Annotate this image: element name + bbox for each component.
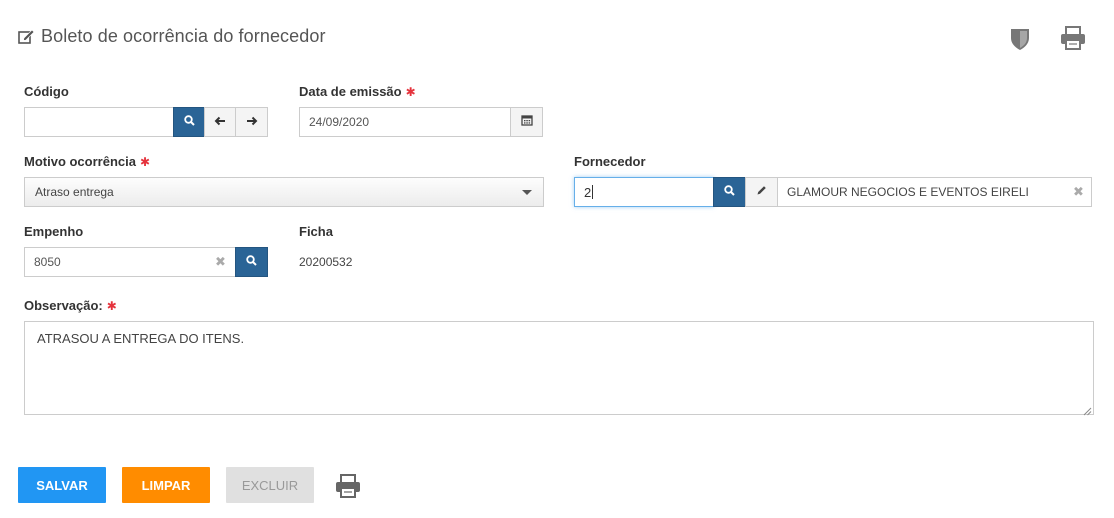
fornecedor-name-value: GLAMOUR NEGOCIOS E EVENTOS EIRELI <box>787 185 1029 199</box>
calendar-button[interactable] <box>510 107 543 137</box>
required-mark: ✱ <box>139 155 151 169</box>
search-icon <box>246 253 257 271</box>
text-cursor <box>592 185 594 199</box>
calendar-icon <box>520 113 533 131</box>
motivo-selected-value: Atraso entrega <box>35 185 114 199</box>
arrow-left-icon <box>214 113 226 131</box>
fornecedor-code-value: 2 <box>584 184 592 200</box>
fornecedor-edit-button[interactable] <box>745 177 778 207</box>
arrow-right-icon <box>246 113 258 131</box>
previous-button[interactable] <box>204 107 236 137</box>
salvar-button[interactable]: SALVAR <box>18 467 106 503</box>
limpar-button[interactable]: LIMPAR <box>122 467 210 503</box>
empenho-search-button[interactable] <box>235 247 268 277</box>
resize-handle-icon[interactable] <box>1082 403 1092 416</box>
required-mark: ✱ <box>405 85 416 99</box>
search-icon <box>724 183 735 201</box>
fornecedor-name-input[interactable]: GLAMOUR NEGOCIOS E EVENTOS EIRELI <box>777 177 1092 207</box>
required-mark: ✱ <box>106 299 117 313</box>
motivo-label-text: Motivo ocorrência <box>24 154 136 169</box>
observacao-textarea[interactable]: ATRASOU A ENTREGA DO ITENS. <box>24 321 1094 415</box>
shield-icon[interactable] <box>1009 27 1031 51</box>
ficha-value: 20200532 <box>299 255 353 269</box>
codigo-search-button[interactable] <box>173 107 205 137</box>
ficha-label: Ficha <box>299 224 333 239</box>
page-title: Boleto de ocorrência do fornecedor <box>18 26 326 47</box>
fornecedor-search-button[interactable] <box>713 177 746 207</box>
observacao-label: Observação: ✱ <box>24 298 117 313</box>
motivo-select[interactable]: Atraso entrega <box>24 177 544 207</box>
observacao-label-text: Observação: <box>24 298 103 313</box>
empenho-input[interactable]: 8050 <box>24 247 236 277</box>
pencil-icon <box>756 183 767 201</box>
search-icon <box>183 113 195 131</box>
excluir-button[interactable]: EXCLUIR <box>226 467 314 503</box>
page-title-text: Boleto de ocorrência do fornecedor <box>41 26 326 46</box>
clear-icon[interactable]: ✖ <box>215 254 226 270</box>
next-button[interactable] <box>235 107 268 137</box>
empenho-label: Empenho <box>24 224 84 239</box>
data-emissao-input[interactable]: 24/09/2020 <box>299 107 511 137</box>
motivo-label: Motivo ocorrência ✱ <box>24 154 150 169</box>
chevron-down-icon <box>522 190 532 195</box>
printer-icon[interactable] <box>1059 25 1087 51</box>
clear-icon[interactable]: ✖ <box>1073 184 1084 200</box>
data-emissao-label: Data de emissão ✱ <box>299 84 416 99</box>
data-emissao-label-text: Data de emissão <box>299 84 402 99</box>
edit-icon <box>18 29 35 44</box>
codigo-input[interactable] <box>24 107 174 137</box>
printer-icon[interactable] <box>334 473 362 499</box>
codigo-label: Código <box>24 84 69 99</box>
fornecedor-code-input[interactable]: 2 <box>574 177 714 207</box>
fornecedor-label: Fornecedor <box>574 154 646 169</box>
